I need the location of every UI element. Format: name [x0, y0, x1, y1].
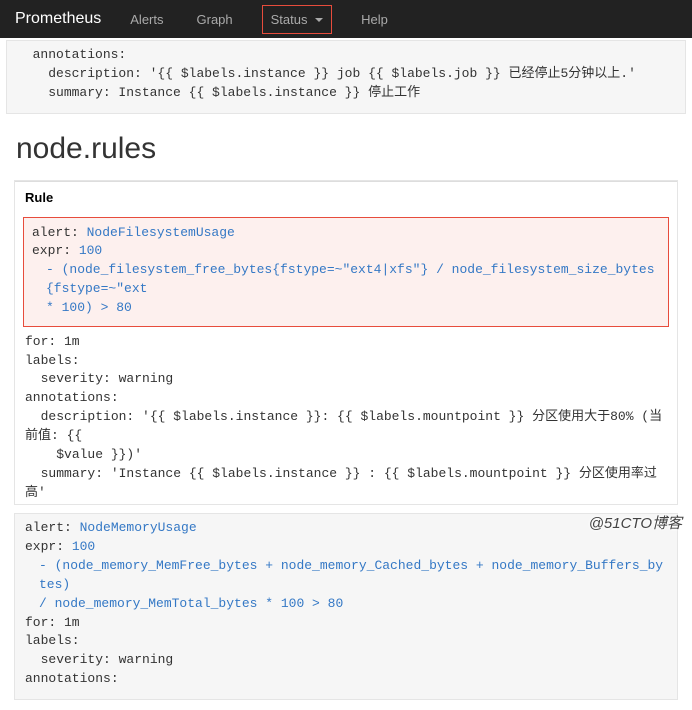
- nav-graph[interactable]: Graph: [193, 4, 237, 35]
- alert-keyword: alert:: [25, 520, 80, 535]
- alert-name[interactable]: NodeFilesystemUsage: [87, 225, 235, 240]
- code-line: severity: warning: [25, 371, 173, 386]
- code-line: labels:: [25, 353, 80, 368]
- alert-keyword: alert:: [32, 225, 87, 240]
- code-line: for: 1m: [25, 334, 80, 349]
- brand[interactable]: Prometheus: [15, 10, 101, 28]
- code-line: annotations:: [17, 46, 675, 65]
- chevron-down-icon: [315, 18, 323, 22]
- code-line: for: 1m: [25, 615, 80, 630]
- rules-table: Rule alert: NodeFilesystemUsage expr: 10…: [14, 180, 678, 506]
- code-line: summary: 'Instance {{ $labels.instance }…: [25, 466, 657, 500]
- code-line: severity: warning: [25, 652, 173, 667]
- nav-alerts[interactable]: Alerts: [126, 4, 167, 35]
- expr-value[interactable]: 100: [79, 243, 102, 258]
- expr-keyword: expr:: [32, 243, 79, 258]
- rule-column-header: Rule: [15, 181, 677, 211]
- prev-rule-tail: annotations: description: '{{ $labels.in…: [6, 40, 686, 114]
- code-line: annotations:: [25, 390, 119, 405]
- expr-keyword: expr:: [25, 539, 72, 554]
- expr-value[interactable]: 100: [72, 539, 95, 554]
- nav-status[interactable]: Status: [262, 5, 332, 34]
- rule-code: alert: NodeMemoryUsage expr: 100 - (node…: [25, 519, 667, 689]
- code-line: description: '{{ $labels.instance }} job…: [17, 65, 675, 84]
- expr-line[interactable]: - (node_memory_MemFree_bytes + node_memo…: [25, 557, 667, 595]
- navbar: Prometheus Alerts Graph Status Help: [0, 0, 692, 38]
- watermark: @51CTO博客: [589, 512, 682, 533]
- rule-body-highlighted: alert: NodeFilesystemUsage expr: 100 - (…: [23, 217, 669, 327]
- expr-line[interactable]: * 100) > 80: [32, 299, 660, 318]
- code-line: $value }})': [25, 447, 142, 462]
- code-line: summary: Instance {{ $labels.instance }}…: [17, 84, 675, 103]
- code-line: description: '{{ $labels.instance }}: {{…: [25, 409, 662, 443]
- code-line: labels:: [25, 633, 80, 648]
- code-line: annotations:: [25, 671, 119, 686]
- nav-status-label: Status: [271, 12, 308, 27]
- rule-tail: for: 1m labels: severity: warning annota…: [15, 329, 677, 505]
- expr-line[interactable]: / node_memory_MemTotal_bytes * 100 > 80: [25, 595, 667, 614]
- alert-name[interactable]: NodeMemoryUsage: [80, 520, 197, 535]
- page-title: node.rules: [16, 132, 686, 166]
- expr-line[interactable]: - (node_filesystem_free_bytes{fstype=~"e…: [32, 261, 660, 299]
- nav-help[interactable]: Help: [357, 4, 392, 35]
- rule-body: alert: NodeMemoryUsage expr: 100 - (node…: [14, 513, 678, 700]
